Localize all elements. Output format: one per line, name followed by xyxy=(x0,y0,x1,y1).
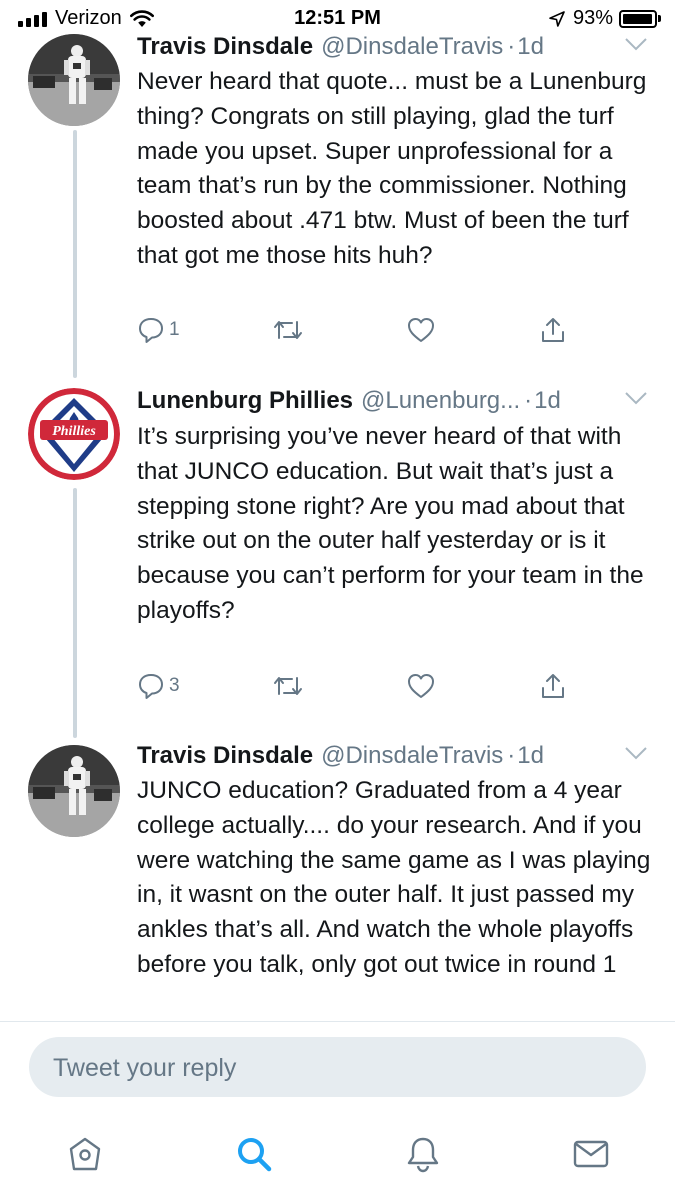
tweet-time: 1d xyxy=(517,33,544,60)
display-name[interactable]: Travis Dinsdale xyxy=(137,33,313,61)
thread-line xyxy=(73,130,77,378)
reply-icon xyxy=(139,674,163,699)
tweet-header: Travis Dinsdale @DinsdaleTravis · 1d xyxy=(137,31,655,63)
tweet-text: Never heard that quote... must be a Lune… xyxy=(137,68,647,269)
retweet-icon xyxy=(274,677,302,695)
retweet-icon xyxy=(274,321,302,339)
user-handle[interactable]: @DinsdaleTravis xyxy=(321,742,503,770)
share-icon xyxy=(542,318,564,342)
tweet-header: Travis Dinsdale @DinsdaleTravis · 1d xyxy=(137,740,655,772)
tweet-actions: 3 xyxy=(137,672,577,708)
battery-percent: 93% xyxy=(572,7,613,29)
player-photo xyxy=(28,34,120,126)
tab-search[interactable] xyxy=(224,1130,284,1178)
reply-box[interactable] xyxy=(29,1037,646,1099)
share-icon xyxy=(542,674,564,698)
display-name[interactable]: Travis Dinsdale xyxy=(137,742,313,770)
avatar[interactable]: Phillies xyxy=(28,388,120,480)
svg-text:Phillies: Phillies xyxy=(52,424,96,439)
like-button[interactable] xyxy=(407,316,435,344)
location-arrow-icon xyxy=(549,10,565,27)
share-button[interactable] xyxy=(539,316,567,344)
avatar[interactable] xyxy=(28,34,120,126)
tweet-time: 1d xyxy=(534,387,561,414)
tweet-text: It’s surprising you’ve never heard of th… xyxy=(137,423,644,624)
reply-count: 1 xyxy=(169,319,180,340)
reply-button[interactable]: 1 xyxy=(137,316,180,344)
heart-icon xyxy=(408,318,434,342)
messages-icon xyxy=(573,1140,609,1168)
divider xyxy=(0,1021,675,1022)
notifications-icon xyxy=(407,1137,439,1173)
retweet-button[interactable] xyxy=(273,316,303,344)
tweet-actions: 1 xyxy=(137,316,577,352)
avatar[interactable] xyxy=(28,745,120,837)
chevron-down-icon[interactable] xyxy=(625,37,647,51)
tab-home[interactable] xyxy=(55,1130,115,1178)
tab-bar xyxy=(0,1118,675,1200)
tweet-time: 1d xyxy=(517,742,544,769)
reply-button[interactable]: 3 xyxy=(137,672,180,700)
home-icon xyxy=(69,1137,101,1171)
search-icon xyxy=(238,1138,272,1172)
display-name[interactable]: Lunenburg Phillies xyxy=(137,387,353,415)
reply-icon xyxy=(139,318,163,343)
tab-messages[interactable] xyxy=(561,1130,621,1178)
chevron-down-icon[interactable] xyxy=(625,746,647,760)
retweet-button[interactable] xyxy=(273,672,303,700)
reply-count: 3 xyxy=(169,675,180,696)
user-handle[interactable]: @DinsdaleTravis xyxy=(321,33,503,61)
phillies-logo: Phillies xyxy=(28,388,120,480)
like-button[interactable] xyxy=(407,672,435,700)
chevron-down-icon[interactable] xyxy=(625,391,647,405)
reply-input[interactable] xyxy=(51,1037,615,1099)
tweet-header: Lunenburg Phillies @Lunenburg... · 1d xyxy=(137,385,655,417)
tab-notifications[interactable] xyxy=(393,1130,453,1178)
share-button[interactable] xyxy=(539,672,567,700)
player-photo xyxy=(28,745,120,837)
heart-icon xyxy=(408,674,434,698)
thread-line xyxy=(73,488,77,738)
tweet-text: JUNCO education? Graduated from a 4 year… xyxy=(137,777,651,978)
user-handle[interactable]: @Lunenburg... xyxy=(361,387,520,415)
battery-icon xyxy=(619,9,657,28)
